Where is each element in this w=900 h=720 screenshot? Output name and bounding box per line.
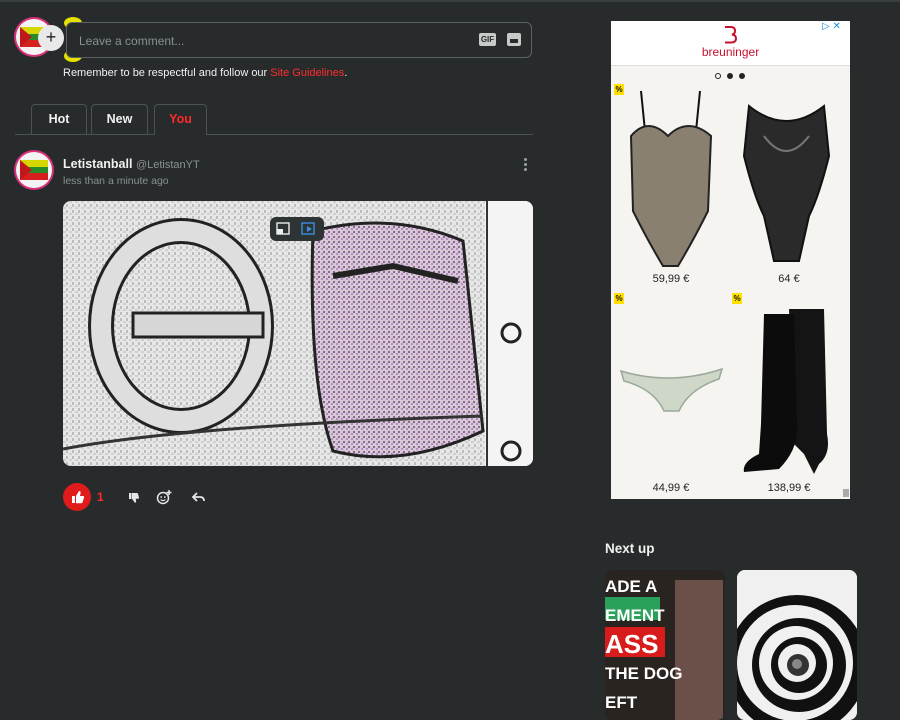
discount-badge: % [614,293,624,304]
tab-new[interactable]: New [91,104,148,134]
like-count: 1 [97,490,104,504]
product-panty-image [619,367,724,412]
ad-info-icon[interactable] [843,489,849,497]
reply-icon[interactable] [191,489,207,505]
image-upload-icon[interactable] [507,33,521,46]
more-options-icon[interactable] [522,157,528,173]
like-button[interactable] [63,483,91,511]
advertisement[interactable]: breuninger ▷ ✕ % 59,99 € 64 € % 44,99 € … [611,21,850,499]
add-button[interactable]: + [38,25,64,51]
ad-brand-header[interactable]: breuninger ▷ ✕ [611,21,850,66]
brand-logo-icon [725,26,738,44]
flag-icon [20,160,48,180]
guidelines-text: Remember to be respectful and follow our [63,67,271,79]
thumbs-up-icon [72,491,85,504]
expand-icon[interactable] [276,222,290,235]
product-boots-image [743,309,828,474]
top-divider [0,0,900,2]
comment-input[interactable] [77,23,471,59]
media-controls [270,217,324,241]
comment-sort-tabs: Hot New You [15,104,533,135]
thumbnail-caption: ADE A EMENT ASS THE DOG EFT [605,572,682,717]
product-bodysuit-image [629,91,713,267]
gif-button[interactable]: GIF [479,33,496,46]
comment-author-avatar[interactable] [16,152,52,188]
author-handle: @LetistanYT [135,159,200,171]
author-name[interactable]: Letistanball [63,157,132,171]
product-price: 138,99 € [767,482,811,494]
discount-badge: % [732,293,742,304]
guidelines-notice: Remember to be respectful and follow our… [63,67,347,79]
comment-timestamp: less than a minute ago [63,175,169,187]
tab-hot[interactable]: Hot [31,104,87,134]
caption-line: EMENT [605,606,665,625]
product-lace-bodysuit-image [742,104,831,262]
tab-you[interactable]: You [154,104,207,135]
adchoices-icon[interactable]: ▷ ✕ [822,21,841,32]
caption-line: ADE A [605,577,658,596]
product-price: 44,99 € [652,482,690,494]
product-price: 59,99 € [652,273,690,285]
add-reaction-icon[interactable] [156,489,172,505]
caption-line: ASS [605,629,659,659]
caption-line: THE DOG [605,664,683,683]
guidelines-period: . [344,67,348,79]
thumbs-down-icon[interactable] [125,489,141,505]
carousel-dots[interactable] [715,68,751,82]
next-up-video-thumb[interactable]: ADE A EMENT ASS THE DOG EFT [605,570,725,720]
play-media-icon[interactable] [301,222,317,236]
spiral-thumbnail-image [737,570,857,720]
next-up-video-thumb[interactable] [737,570,857,720]
product-price: 64 € [778,273,800,285]
comment-author: Letistanball @LetistanYT [63,157,200,171]
comment-input-box: GIF [66,22,532,59]
ad-brand-name: breuninger [701,45,760,59]
next-up-heading: Next up [605,541,655,556]
site-guidelines-link[interactable]: Site Guidelines [270,67,344,79]
